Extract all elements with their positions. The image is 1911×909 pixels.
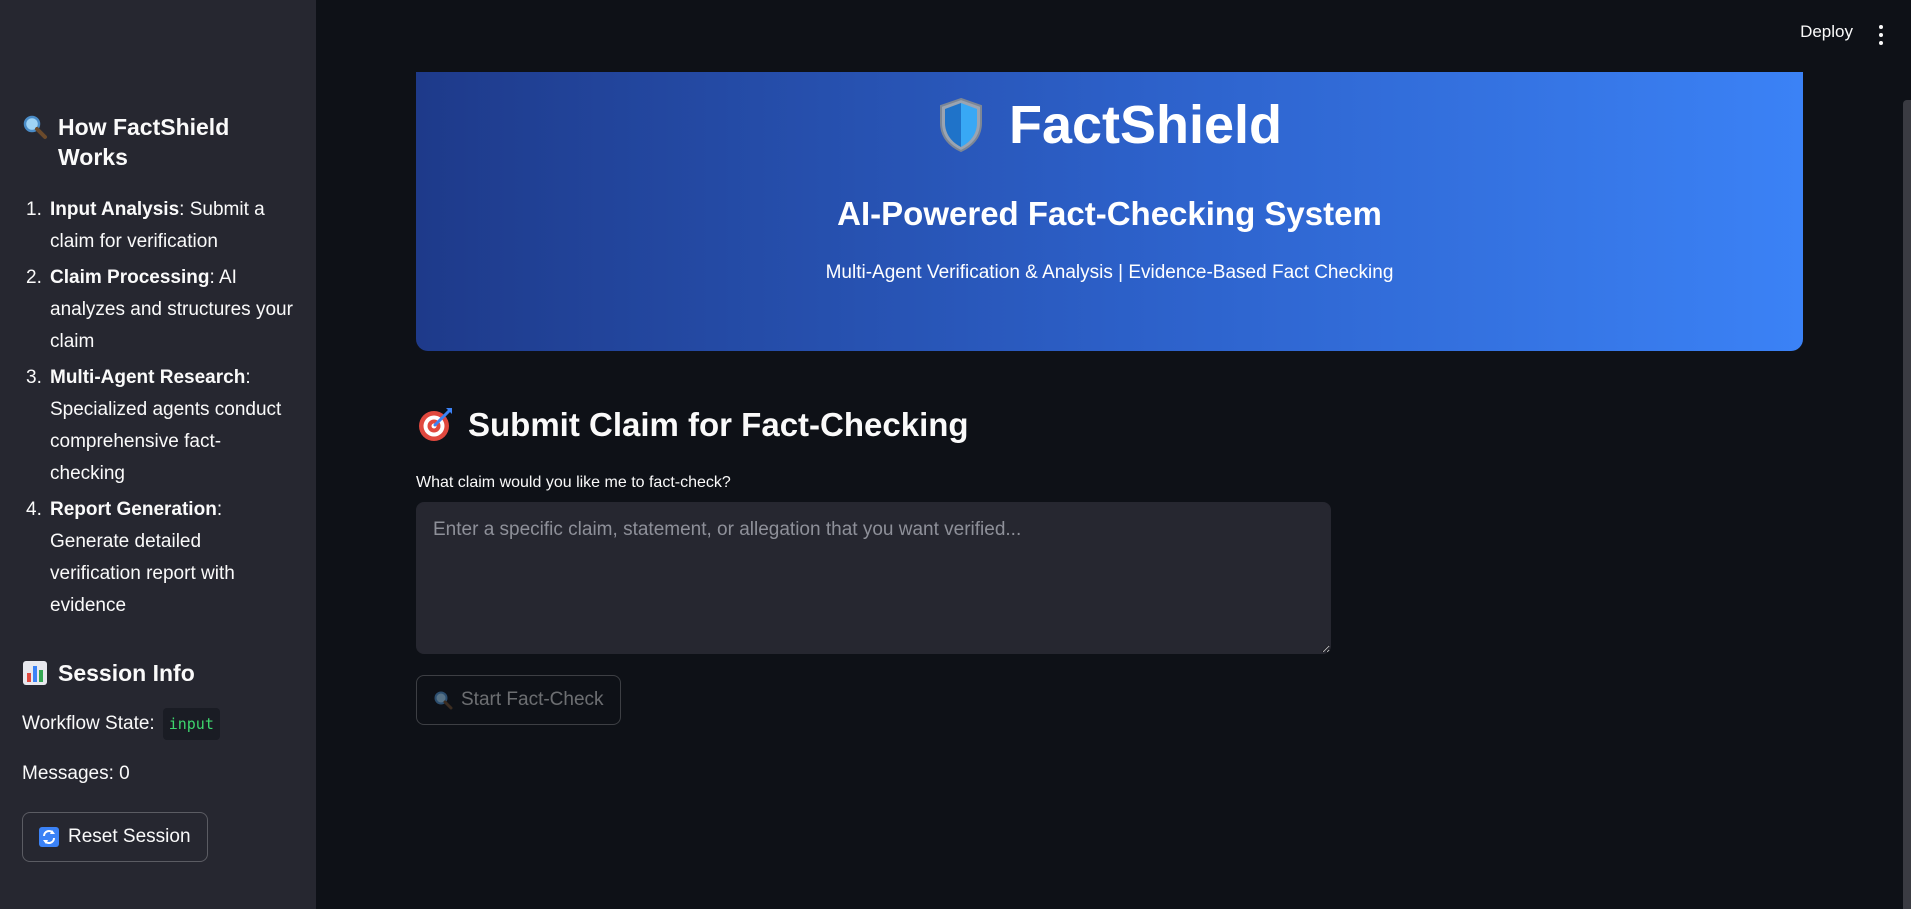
step-item: 4. Report Generation: Generate detailed v… [22,494,294,622]
how-it-works-title: How FactShield Works [58,114,230,170]
step-number: 1. [26,199,42,220]
submit-claim-heading: Submit Claim for Fact-Checking [416,406,1803,444]
step-number: 3. [26,367,42,388]
steps-list: 1. Input Analysis: Submit a claim for ver… [22,194,294,622]
messages-count: Messages: 0 [22,763,130,784]
claim-input[interactable] [416,502,1331,654]
hero-subtitle: AI-Powered Fact-Checking System [837,195,1382,232]
step-item: 2. Claim Processing: AI analyzes and stru… [22,262,294,358]
hero-banner: FactShield AI-Powered Fact-Checking Syst… [416,72,1803,351]
step-item: 1. Input Analysis: Submit a claim for ver… [22,194,294,258]
hero-title: FactShield [1008,95,1283,155]
bar-chart-icon [23,661,47,685]
refresh-icon [39,827,59,847]
step-title: Multi-Agent Research [50,367,246,388]
target-icon [419,408,452,441]
step-number: 4. [26,499,42,520]
step-title: Report Generation [50,499,217,520]
hero-title-row: FactShield [416,94,1803,156]
workflow-state-value: input [162,708,220,740]
how-it-works-heading: How FactShield Works [22,112,294,172]
magnifying-glass-icon [23,115,47,139]
app-root: How FactShield Works 1. Input Analysis: S… [0,0,1911,909]
hero-tagline: Multi-Agent Verification & Analysis | Ev… [825,262,1394,283]
deploy-button[interactable]: Deploy [1800,22,1853,42]
session-info-heading: Session Info [22,658,294,688]
reset-session-label: Reset Session [68,826,191,847]
step-title: Input Analysis [50,199,180,220]
submit-claim-title: Submit Claim for Fact-Checking [468,406,969,443]
shield-icon [939,97,982,153]
session-info-section: Session Info Workflow State: input Messa… [22,658,294,862]
reset-session-button[interactable]: Reset Session [22,812,208,862]
scrollbar[interactable] [1903,100,1911,909]
top-bar: Deploy [316,0,1911,70]
sidebar: How FactShield Works 1. Input Analysis: S… [0,0,316,909]
magnifying-glass-icon [434,691,453,710]
workflow-state-row: Workflow State: input [22,708,294,740]
main-content: FactShield AI-Powered Fact-Checking Syst… [416,72,1803,725]
start-fact-check-label: Start Fact-Check [461,689,604,710]
main-menu-icon[interactable] [1877,25,1885,45]
step-item: 3. Multi-Agent Research: Specialized agen… [22,362,294,490]
session-info-title: Session Info [58,660,195,686]
start-fact-check-button[interactable]: Start Fact-Check [416,675,621,725]
step-number: 2. [26,267,42,288]
step-title: Claim Processing [50,267,210,288]
claim-field-label: What claim would you like me to fact-che… [416,474,731,491]
workflow-state-label: Workflow State: [22,713,155,734]
